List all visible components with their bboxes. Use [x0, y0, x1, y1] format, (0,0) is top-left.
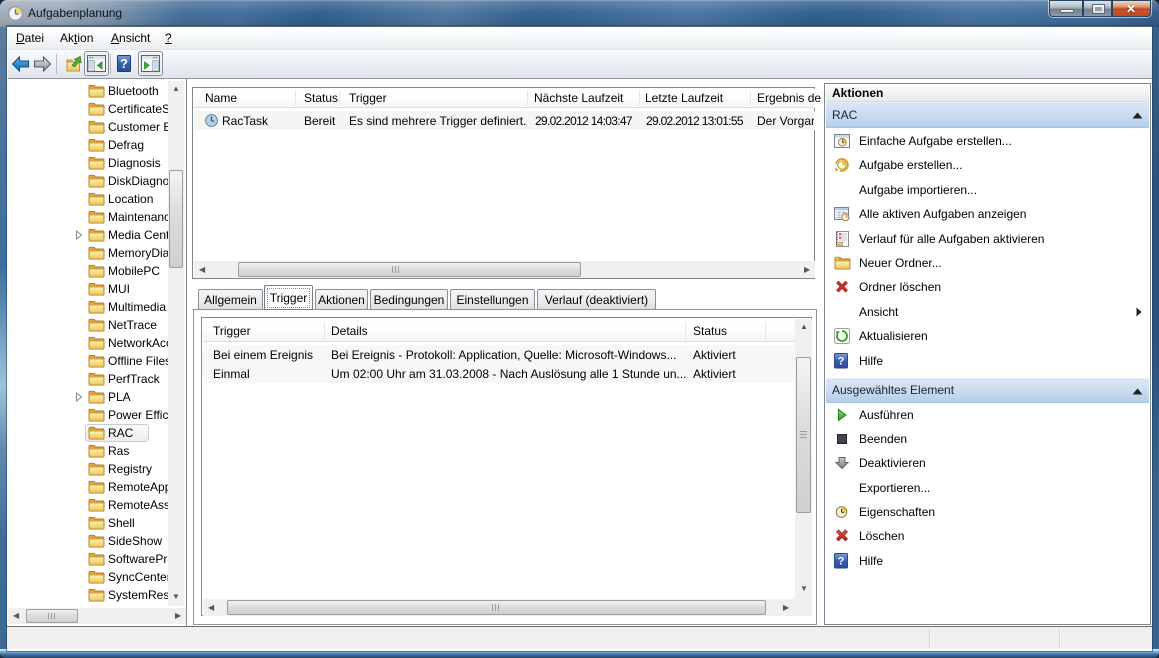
svg-text:?: ?: [120, 56, 128, 71]
svg-text:?: ?: [838, 356, 845, 368]
svg-text:?: ?: [838, 556, 845, 568]
